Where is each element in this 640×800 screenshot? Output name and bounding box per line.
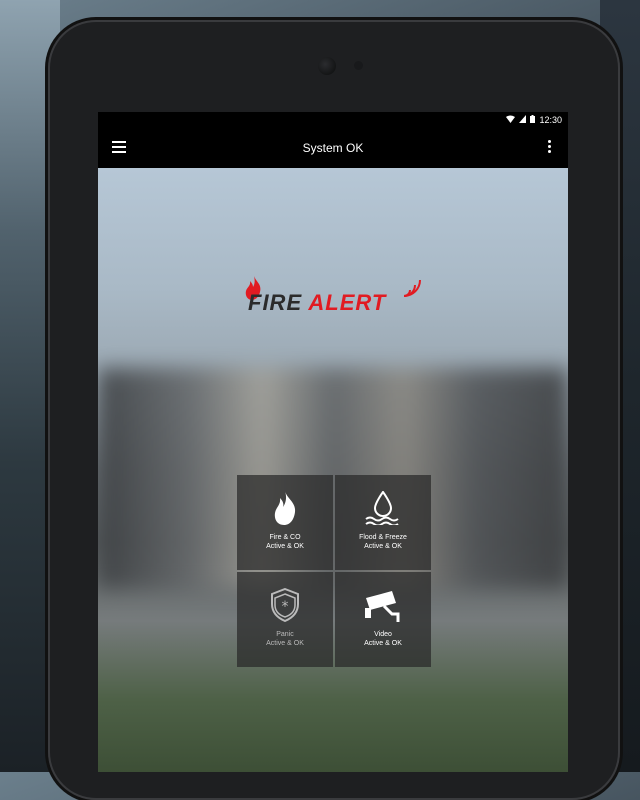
wifi-icon xyxy=(506,115,516,125)
tile-panic-status: Active & OK xyxy=(266,640,304,647)
fire-alert-logo: FIRE ALERT xyxy=(244,276,424,320)
tile-fire-co[interactable]: Fire & CO Active & OK xyxy=(237,475,333,570)
front-camera xyxy=(318,57,336,75)
page-title: System OK xyxy=(302,141,364,155)
tile-flood-freeze[interactable]: Flood & Freeze Active & OK xyxy=(335,475,431,570)
light-sensor xyxy=(354,61,363,70)
security-camera-icon xyxy=(365,591,400,622)
tile-flood-freeze-label: Flood & Freeze xyxy=(359,534,407,541)
device-screen: 12:30 System OK FIRE ALERT Fire & CO Act… xyxy=(98,112,568,772)
status-time: 12:30 xyxy=(539,115,562,125)
hamburger-menu-icon[interactable] xyxy=(112,141,126,153)
logo-word-alert: ALERT xyxy=(308,290,387,315)
battery-icon xyxy=(530,115,536,125)
tile-video[interactable]: Video Active & OK xyxy=(335,572,431,667)
app-toolbar: System OK xyxy=(98,128,568,168)
tile-panic[interactable]: * Panic Active & OK xyxy=(237,572,333,667)
water-drop-icon xyxy=(365,491,399,525)
logo-signal-waves-icon xyxy=(403,279,421,297)
status-bar: 12:30 xyxy=(98,112,568,128)
svg-text:*: * xyxy=(282,599,289,615)
tile-video-status: Active & OK xyxy=(364,640,402,647)
tile-fire-co-label: Fire & CO xyxy=(269,534,301,541)
tile-flood-freeze-status: Active & OK xyxy=(364,543,402,550)
logo-word-fire: FIRE xyxy=(248,290,303,315)
signal-icon xyxy=(519,115,527,125)
tile-video-label: Video xyxy=(374,631,392,638)
tile-fire-co-status: Active & OK xyxy=(266,543,304,550)
tile-panic-label: Panic xyxy=(276,631,294,638)
shield-icon: * xyxy=(271,588,299,622)
status-tile-grid: Fire & CO Active & OK Flood & Freeze Act… xyxy=(237,475,431,667)
main-content: FIRE ALERT Fire & CO Active & OK Flood &… xyxy=(98,168,568,772)
overflow-menu-icon[interactable] xyxy=(548,140,552,156)
flame-icon xyxy=(274,491,296,525)
